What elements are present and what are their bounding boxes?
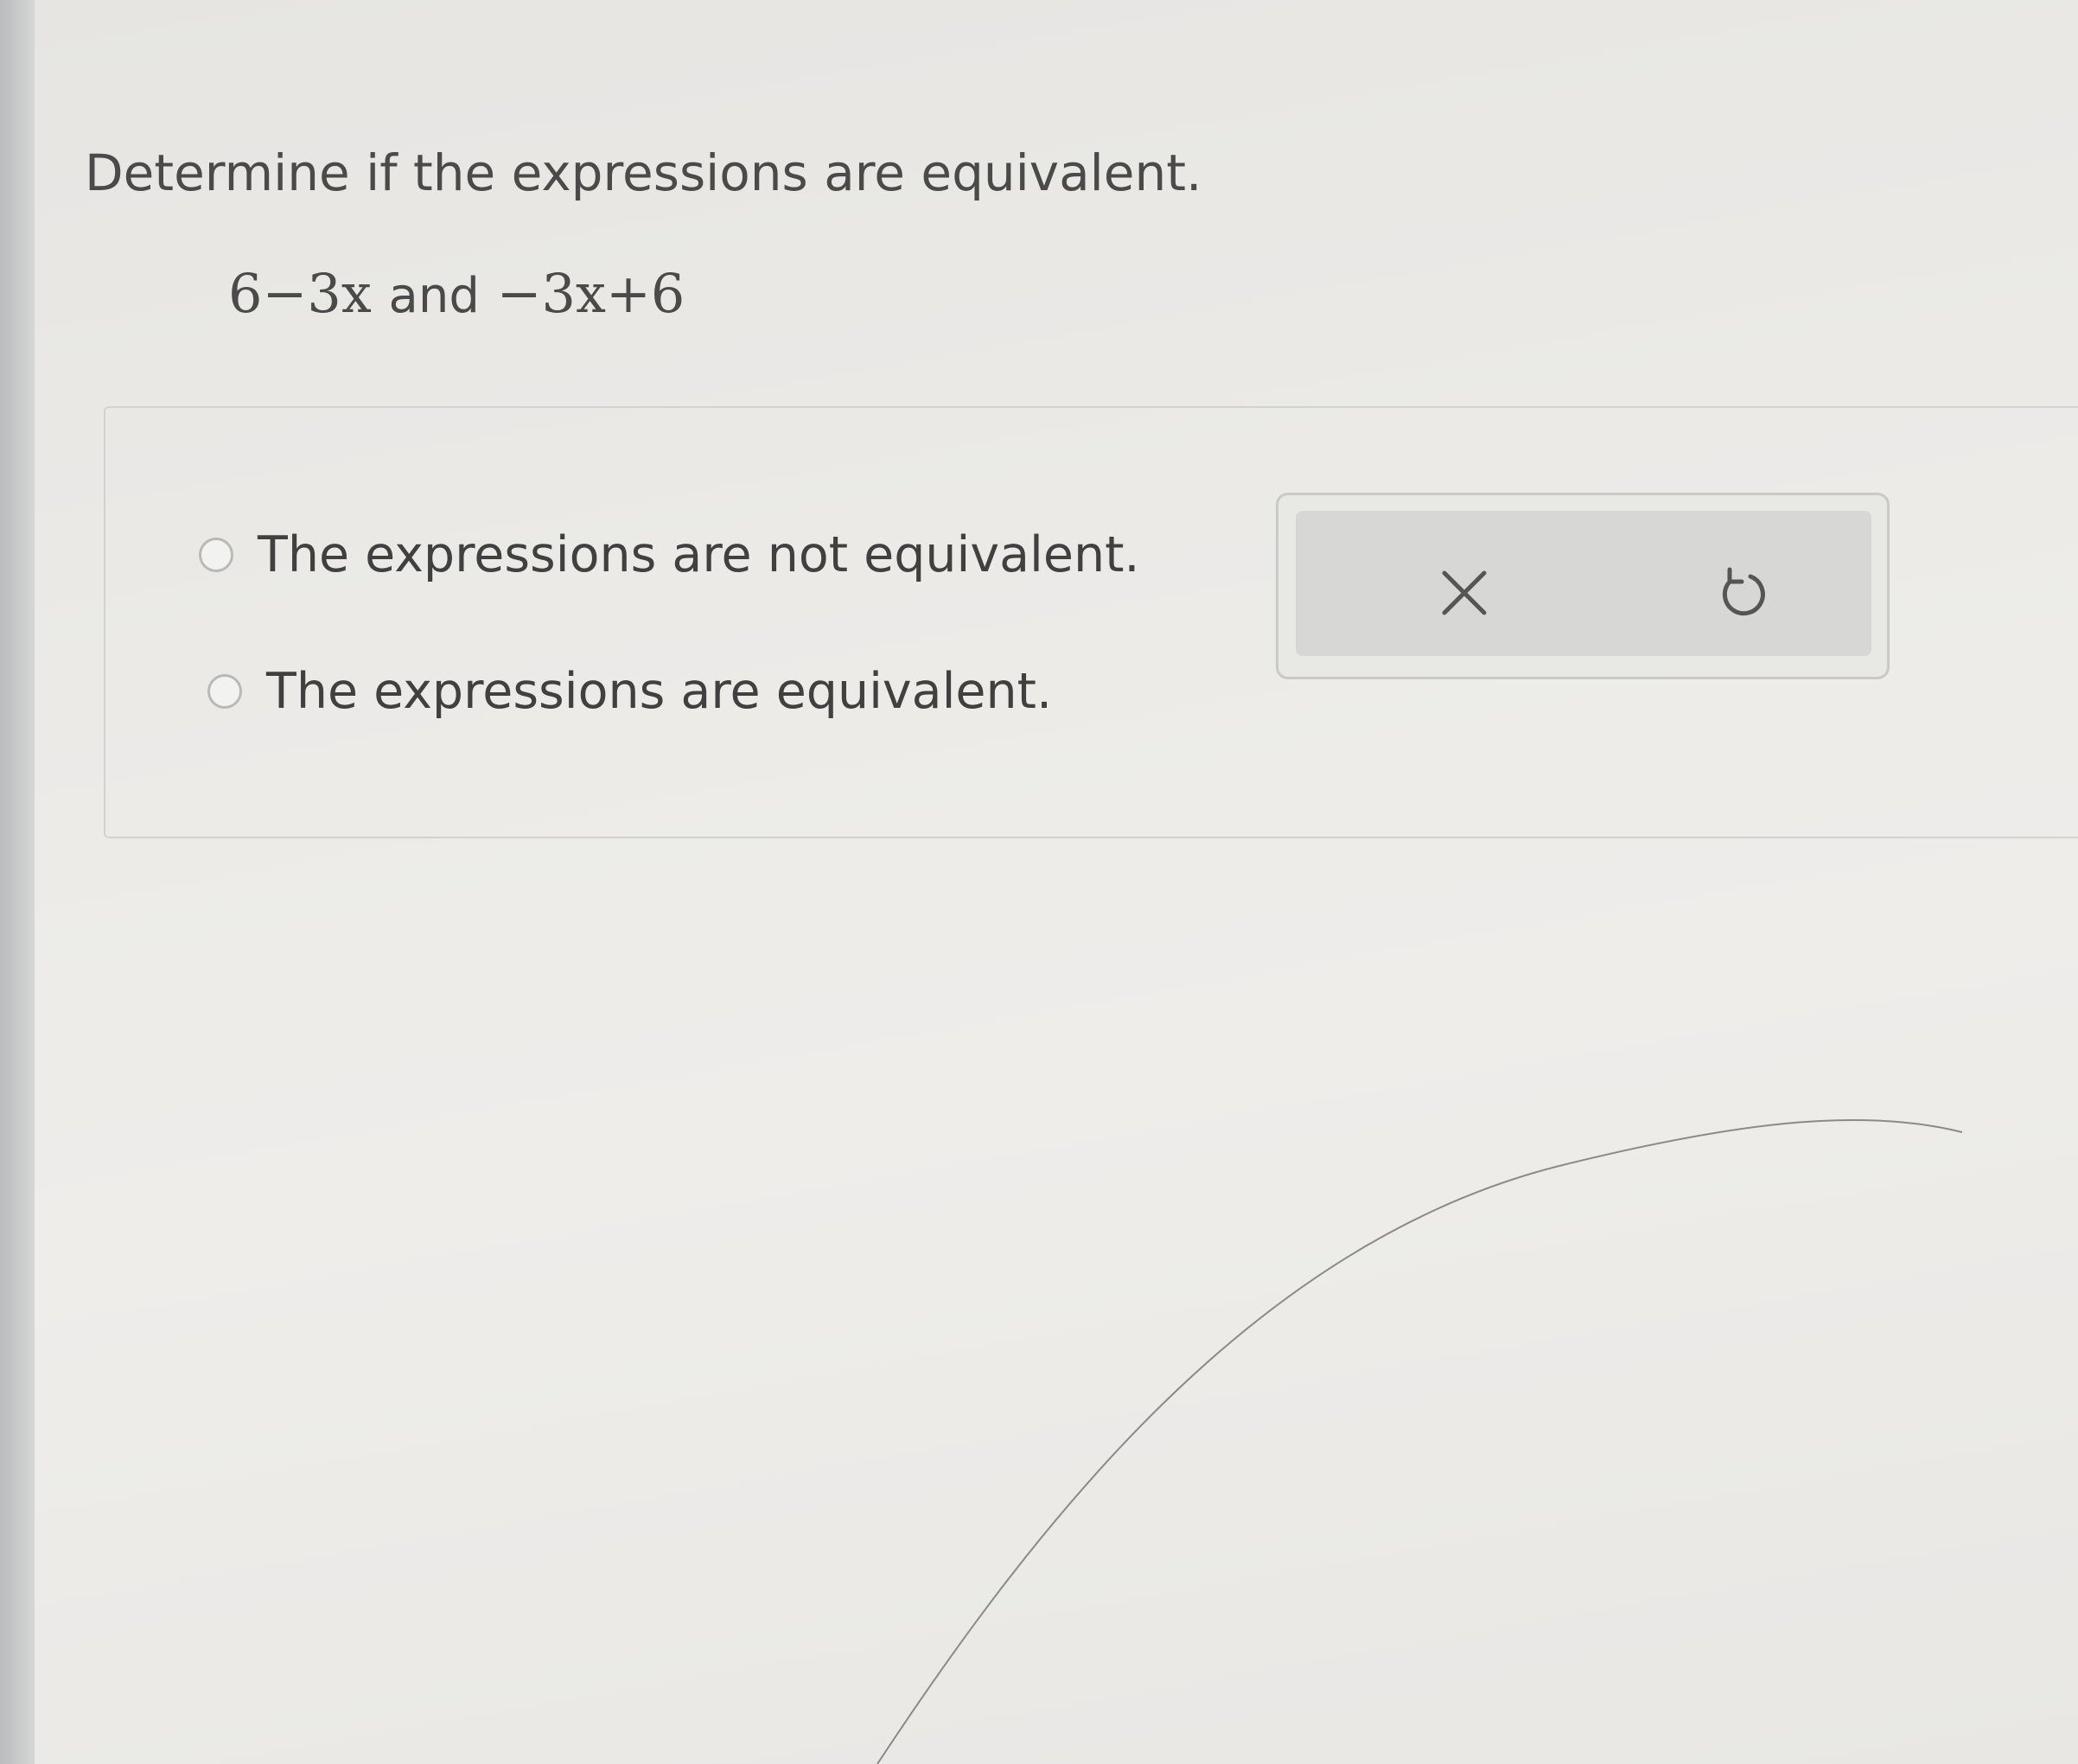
screen: Determine if the expressions are equival… (0, 0, 2078, 1764)
screen-scratch-line (876, 1118, 1963, 1764)
